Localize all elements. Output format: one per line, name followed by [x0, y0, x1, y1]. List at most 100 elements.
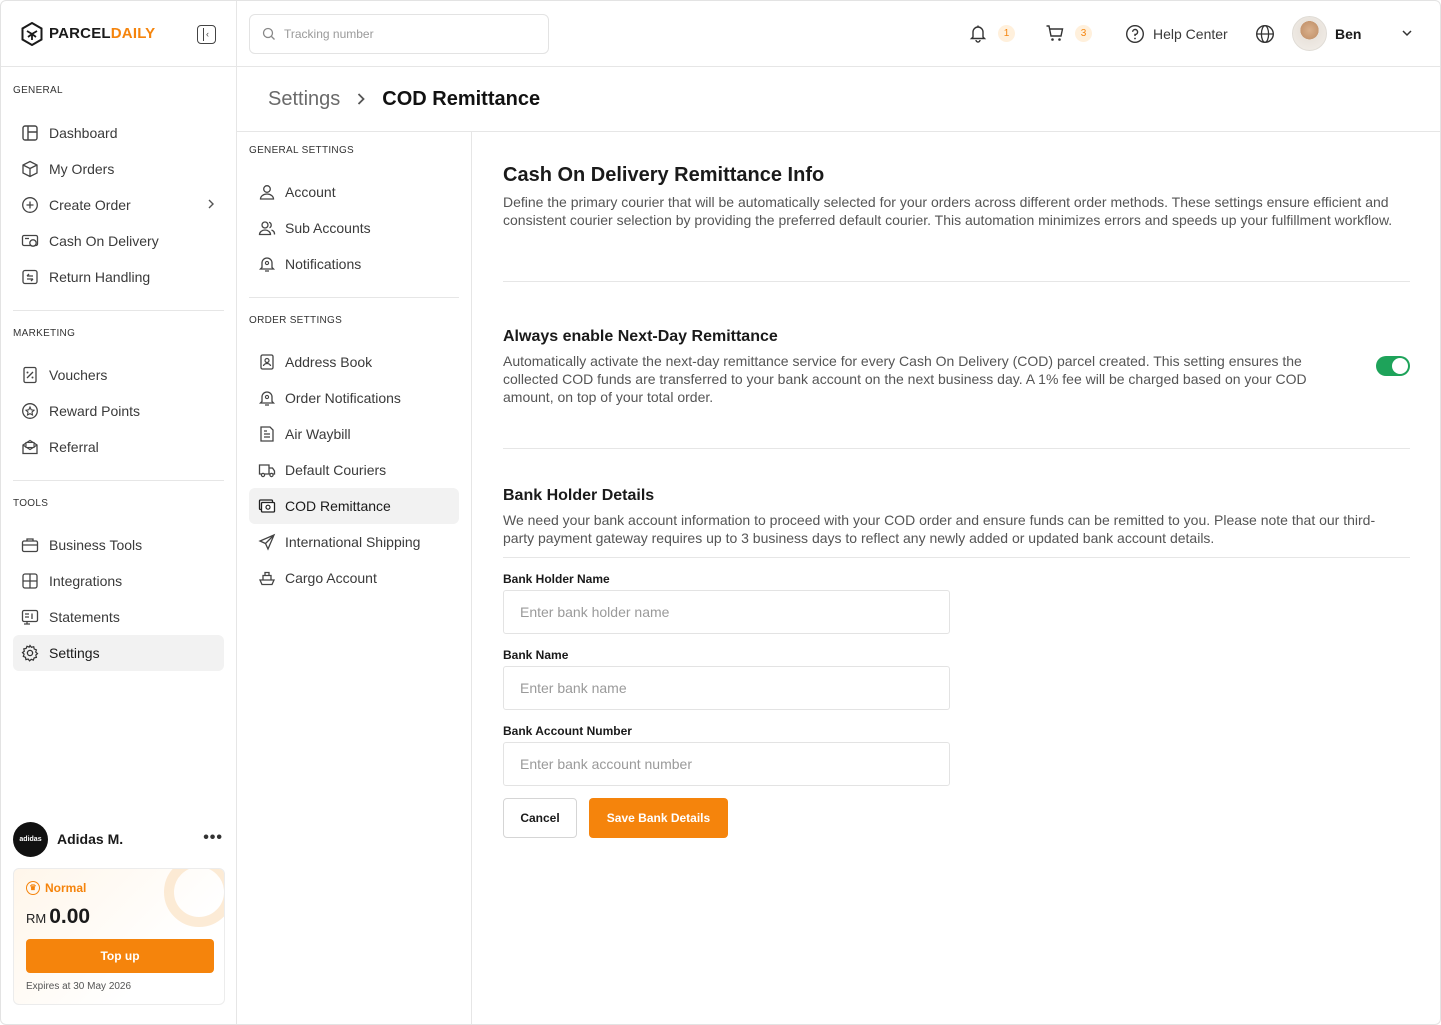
subnav-item-label: Account — [285, 184, 336, 200]
sidebar-item-label: Settings — [49, 645, 100, 661]
sidebar-item-my-orders[interactable]: My Orders — [13, 151, 224, 187]
sidebar-item-vouchers[interactable]: Vouchers — [13, 357, 224, 393]
briefcase-icon — [21, 536, 39, 554]
chevron-down-icon[interactable] — [1401, 25, 1413, 41]
referral-icon — [21, 438, 39, 456]
sidebar-item-label: Vouchers — [49, 367, 108, 383]
sidebar-item-referral[interactable]: Referral — [13, 429, 224, 465]
sidebar-item-label: Create Order — [49, 197, 131, 213]
return-icon — [21, 268, 39, 286]
help-center-link[interactable]: Help Center — [1125, 24, 1228, 44]
subnav-item-label: Air Waybill — [285, 426, 351, 442]
user-name: Ben — [1335, 26, 1362, 42]
cart-button[interactable]: 3 — [1045, 23, 1092, 43]
save-bank-details-button[interactable]: Save Bank Details — [589, 798, 728, 838]
reward-icon — [21, 402, 39, 420]
language-button[interactable] — [1255, 24, 1275, 44]
statements-icon — [21, 608, 39, 626]
sidebar-item-label: Business Tools — [49, 537, 143, 553]
section-description: Define the primary courier that will be … — [503, 194, 1393, 228]
bank-details-description: We need your bank account information to… — [503, 512, 1376, 546]
tracking-search-input[interactable] — [284, 27, 524, 41]
sidebar-item-label: Cash On Delivery — [49, 233, 159, 249]
breadcrumb-separator-icon — [356, 91, 366, 107]
account-switcher[interactable]: adidas Adidas M. ••• — [13, 821, 225, 857]
sidebar-item-label: Reward Points — [49, 403, 141, 419]
breadcrumb-settings-link[interactable]: Settings — [268, 88, 340, 111]
integrations-icon — [21, 572, 39, 590]
breadcrumb: Settings COD Remittance — [237, 67, 1440, 132]
balance-amount: 0.00 — [49, 905, 91, 928]
bank-name-label: Bank Name — [503, 648, 569, 662]
divider — [503, 557, 1410, 558]
cart-count-badge: 3 — [1075, 24, 1092, 42]
subnav-item-sub-accounts[interactable]: Sub Accounts — [249, 210, 459, 246]
wallet-balance: RM 0.00 — [26, 905, 90, 929]
plus-circle-icon — [21, 196, 39, 214]
sidebar-item-dashboard[interactable]: Dashboard — [13, 115, 224, 151]
sidebar-item-label: Statements — [49, 609, 120, 625]
cart-icon — [1046, 25, 1064, 41]
chevron-right-icon — [206, 197, 218, 211]
sidebar: PARCEL DAILY ‹ GENERAL Dashboard My Order… — [1, 1, 237, 1024]
crown-icon: ♛ — [26, 881, 40, 895]
user-icon — [258, 183, 276, 201]
subnav-item-label: Cargo Account — [285, 570, 377, 586]
subnav-item-air-waybill[interactable]: Air Waybill — [249, 416, 459, 452]
app-window: PARCEL DAILY ‹ GENERAL Dashboard My Order… — [0, 0, 1441, 1025]
box-icon — [21, 160, 39, 178]
user-avatar[interactable] — [1292, 16, 1327, 51]
sidebar-item-cash-on-delivery[interactable]: Cash On Delivery — [13, 223, 224, 259]
cod-remittance-icon — [258, 497, 276, 515]
subnav-item-account[interactable]: Account — [249, 174, 459, 210]
voucher-icon — [21, 366, 39, 384]
address-book-icon — [258, 353, 276, 371]
section-label-tools: TOOLS — [13, 498, 49, 509]
expiry-text: Expires at 30 May 2026 — [26, 981, 132, 992]
search-icon — [262, 27, 275, 40]
search-box[interactable] — [249, 14, 549, 54]
sidebar-item-label: Integrations — [49, 573, 123, 589]
layout-icon — [21, 124, 39, 142]
parceldaily-logo-icon — [21, 21, 43, 46]
section-label-marketing: MARKETING — [13, 328, 76, 339]
sidebar-item-reward-points[interactable]: Reward Points — [13, 393, 224, 429]
tier-badge: ♛ Normal — [26, 881, 86, 895]
settings-subnav: GENERAL SETTINGS Account Sub Accounts No… — [237, 132, 472, 1024]
bank-account-number-field[interactable] — [503, 742, 950, 786]
bank-holder-name-field[interactable] — [503, 590, 950, 634]
divider — [503, 448, 1410, 449]
subnav-item-order-notifications[interactable]: Order Notifications — [249, 380, 459, 416]
subnav-item-label: COD Remittance — [285, 498, 391, 514]
subnav-item-international-shipping[interactable]: International Shipping — [249, 524, 459, 560]
bank-account-number-label: Bank Account Number — [503, 724, 632, 738]
subnav-item-address-book[interactable]: Address Book — [249, 344, 459, 380]
sidebar-collapse-icon[interactable]: ‹ — [197, 25, 216, 44]
subnav-item-cod-remittance[interactable]: COD Remittance — [249, 488, 459, 524]
next-day-remittance-toggle[interactable] — [1376, 356, 1410, 376]
sidebar-item-label: Referral — [49, 439, 99, 455]
truck-icon — [258, 461, 276, 479]
sidebar-item-return-handling[interactable]: Return Handling — [13, 259, 224, 295]
cancel-button[interactable]: Cancel — [503, 798, 577, 838]
sidebar-item-business-tools[interactable]: Business Tools — [13, 527, 224, 563]
subnav-item-default-couriers[interactable]: Default Couriers — [249, 452, 459, 488]
sidebar-item-integrations[interactable]: Integrations — [13, 563, 224, 599]
section-label-order-settings: ORDER SETTINGS — [249, 315, 343, 326]
sidebar-item-statements[interactable]: Statements — [13, 599, 224, 635]
next-day-title: Always enable Next-Day Remittance — [503, 328, 778, 345]
subnav-item-label: Sub Accounts — [285, 220, 371, 236]
subnav-item-notifications[interactable]: Notifications — [249, 246, 459, 282]
sidebar-item-settings[interactable]: Settings — [13, 635, 224, 671]
subnav-item-cargo-account[interactable]: Cargo Account — [249, 560, 459, 596]
more-options-icon[interactable]: ••• — [203, 829, 223, 847]
avatar: adidas — [13, 821, 48, 857]
notifications-button[interactable]: 1 — [968, 23, 1015, 43]
top-up-button[interactable]: Top up — [26, 939, 214, 973]
sidebar-item-label: Dashboard — [49, 125, 118, 141]
brand-name-part1: PARCEL — [49, 25, 111, 42]
sidebar-item-create-order[interactable]: Create Order — [13, 187, 224, 223]
bank-name-field[interactable] — [503, 666, 950, 710]
users-icon — [258, 219, 276, 237]
bank-details-title: Bank Holder Details — [503, 487, 655, 504]
